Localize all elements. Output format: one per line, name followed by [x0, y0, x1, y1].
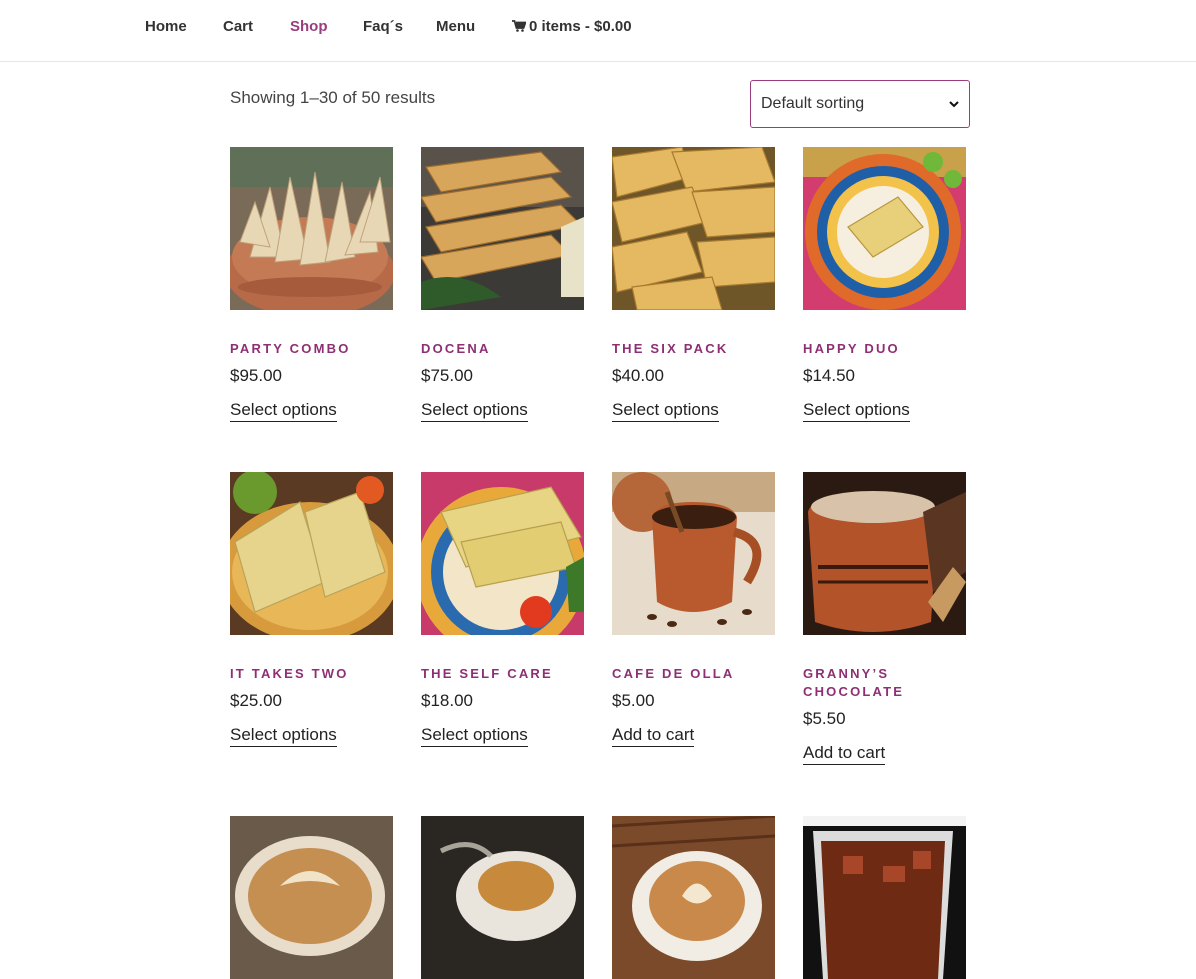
chevron-down-icon [949, 101, 959, 108]
product-card: CAFE DE OLLA $5.00 Add to cart [612, 472, 777, 747]
nav-cart-link[interactable]: Cart [223, 18, 253, 35]
nav-shop-link[interactable]: Shop [290, 18, 328, 35]
product-price: $75.00 [421, 366, 473, 385]
product-card [230, 816, 395, 979]
result-count: Showing 1–30 of 50 results [230, 88, 436, 107]
product-card [612, 816, 777, 979]
product-image-tamales-pile[interactable] [612, 147, 775, 310]
add-to-cart-button[interactable]: Add to cart [612, 725, 695, 747]
product-card [421, 816, 586, 979]
product-card: IT TAKES TWO $25.00 Select options [230, 472, 395, 747]
product-price: $5.50 [803, 709, 846, 728]
sorting-select-value: Default sorting [761, 95, 865, 112]
product-card: THE SIX PACK $40.00 Select options [612, 147, 777, 422]
select-options-button[interactable]: Select options [230, 400, 337, 422]
nav-menu-link[interactable]: Menu [436, 18, 475, 35]
nav-home-link[interactable]: Home [145, 18, 187, 35]
nav-faq-link[interactable]: Faq´s [363, 18, 403, 35]
product-image-tamales-stack[interactable] [421, 147, 584, 310]
product-image-clay-mug-coffee[interactable] [612, 472, 775, 635]
product-image-cappuccino-cup[interactable] [612, 816, 775, 979]
product-price: $25.00 [230, 691, 282, 710]
product-image-tamales-two[interactable] [230, 472, 393, 635]
product-image-latte-cup[interactable] [230, 816, 393, 979]
product-card: PARTY COMBO $95.00 Select options [230, 147, 395, 422]
select-options-button[interactable]: Select options [421, 400, 528, 422]
product-title[interactable]: HAPPY DUO [803, 340, 968, 358]
top-navigation: Home Cart Shop Faq´s Menu 0 items - $0.0… [0, 0, 1196, 62]
select-options-button[interactable]: Select options [421, 725, 528, 747]
select-options-button[interactable]: Select options [803, 400, 910, 422]
select-options-button[interactable]: Select options [612, 400, 719, 422]
product-title[interactable]: THE SELF CARE [421, 665, 586, 683]
product-title[interactable]: IT TAKES TWO [230, 665, 395, 683]
product-image-tamales-plate[interactable] [803, 147, 966, 310]
product-image-iced-coffee-cup[interactable] [803, 816, 966, 979]
product-title[interactable]: THE SIX PACK [612, 340, 777, 358]
product-price: $5.00 [612, 691, 655, 710]
product-card: HAPPY DUO $14.50 Select options [803, 147, 968, 422]
product-image-tamal-plate[interactable] [421, 472, 584, 635]
product-price: $40.00 [612, 366, 664, 385]
product-title[interactable]: PARTY COMBO [230, 340, 395, 358]
shopping-cart-icon [512, 20, 526, 32]
product-image-clay-mug-chocolate[interactable] [803, 472, 966, 635]
product-image-tamales-basket[interactable] [230, 147, 393, 310]
product-image-espresso-cup[interactable] [421, 816, 584, 979]
product-card: DOCENA $75.00 Select options [421, 147, 586, 422]
product-card: GRANNY’S CHOCOLATE $5.50 Add to cart [803, 472, 968, 765]
add-to-cart-button[interactable]: Add to cart [803, 743, 886, 765]
product-price: $18.00 [421, 691, 473, 710]
product-card [803, 816, 968, 979]
select-options-button[interactable]: Select options [230, 725, 337, 747]
product-title[interactable]: CAFE DE OLLA [612, 665, 777, 683]
cart-summary: 0 items - $0.00 [529, 18, 632, 35]
product-price: $95.00 [230, 366, 282, 385]
sorting-select[interactable]: Default sorting [750, 80, 970, 128]
product-card: THE SELF CARE $18.00 Select options [421, 472, 586, 747]
product-title[interactable]: DOCENA [421, 340, 586, 358]
product-title[interactable]: GRANNY’S CHOCOLATE [803, 665, 968, 701]
mini-cart-link[interactable]: 0 items - $0.00 [512, 18, 632, 35]
product-price: $14.50 [803, 366, 855, 385]
